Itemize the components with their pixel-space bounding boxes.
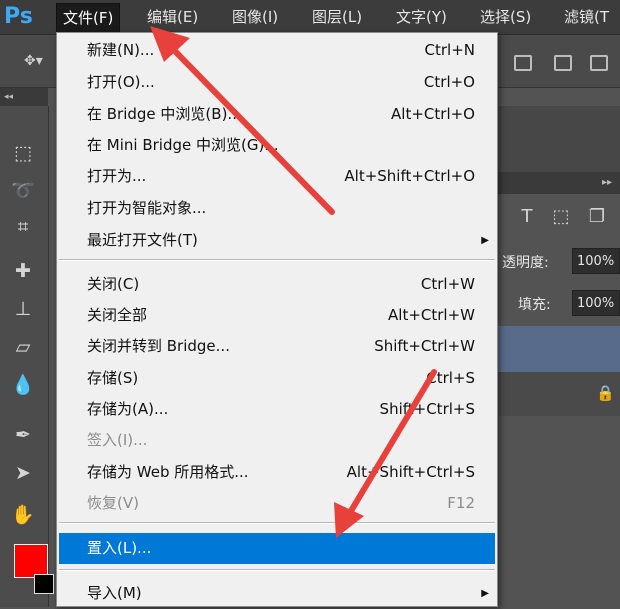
- menu-item-open-as[interactable]: 打开为... Alt+Shift+Ctrl+O: [57, 161, 497, 192]
- menu-layer[interactable]: 图层(L): [306, 3, 368, 31]
- menu-type[interactable]: 文字(Y): [390, 3, 453, 31]
- fill-row: 填充: 100%: [498, 284, 620, 324]
- hand-tool-icon[interactable]: ✋: [9, 502, 37, 528]
- menu-item-save-for-web[interactable]: 存储为 Web 所用格式... Alt+Shift+Ctrl+S: [57, 457, 497, 488]
- menu-edit[interactable]: 编辑(E): [141, 3, 204, 31]
- eraser-tool-icon[interactable]: ▱: [9, 334, 37, 360]
- align-top-icon[interactable]: [514, 55, 532, 71]
- menu-item-close[interactable]: 关闭(C) Ctrl+W: [57, 269, 497, 300]
- menu-select[interactable]: 选择(S): [474, 3, 537, 31]
- opacity-input[interactable]: 100%: [572, 248, 620, 274]
- menu-item-save[interactable]: 存储(S) Ctrl+S: [57, 363, 497, 394]
- pen-tool-icon[interactable]: ✒: [9, 422, 37, 448]
- text-layer-filter-icon[interactable]: T: [516, 206, 538, 228]
- menu-item-revert: 恢复(V) F12: [87, 494, 475, 512]
- fill-label: 填充:: [518, 297, 551, 313]
- path-select-icon[interactable]: ➤: [9, 460, 37, 486]
- menu-image[interactable]: 图像(I): [226, 3, 284, 31]
- blur-tool-icon[interactable]: 💧: [9, 372, 37, 398]
- shape-layer-filter-icon[interactable]: ⬚: [550, 206, 572, 228]
- menu-bar: Ps 文件(F) 编辑(E) 图像(I) 图层(L) 文字(Y) 选择(S) 滤…: [0, 0, 620, 35]
- menu-separator: [59, 569, 495, 571]
- opacity-row: 透明度: 100%: [498, 242, 620, 282]
- menu-item-check-in: 签入(I)...: [87, 431, 148, 449]
- align-bottom-icon[interactable]: [590, 55, 608, 71]
- menu-separator: [59, 522, 495, 524]
- background-color-swatch[interactable]: [34, 574, 54, 594]
- smart-object-filter-icon[interactable]: ❐: [586, 206, 608, 228]
- tools-panel: ⬚ ➰ ⌗ ✚ ⊥ ▱ 💧 ✒ ➤ ✋: [0, 106, 49, 607]
- opacity-label: 透明度:: [502, 255, 549, 271]
- fill-input[interactable]: 100%: [572, 290, 620, 316]
- menu-item-open[interactable]: 打开(O)... Ctrl+O: [57, 67, 497, 98]
- menu-filter[interactable]: 滤镜(T: [558, 3, 615, 31]
- menu-item-recent-files[interactable]: 最近打开文件(T) ▶: [57, 225, 497, 256]
- photoshop-logo: Ps: [4, 4, 33, 29]
- align-vcenter-icon[interactable]: [554, 55, 572, 71]
- lasso-tool-icon[interactable]: ➰: [9, 178, 37, 204]
- healing-brush-icon[interactable]: ✚: [9, 258, 37, 284]
- menu-item-import[interactable]: 导入(M) ▶: [57, 578, 497, 609]
- move-tool-icon[interactable]: ✥▾: [24, 53, 48, 71]
- menu-item-save-as[interactable]: 存储为(A)... Shift+Ctrl+S: [57, 394, 497, 425]
- menu-separator: [59, 259, 495, 261]
- menu-item-browse-bridge[interactable]: 在 Bridge 中浏览(B)... Alt+Ctrl+O: [57, 99, 497, 130]
- crop-tool-icon[interactable]: ⌗: [9, 214, 37, 240]
- menu-item-place[interactable]: 置入(L)...: [59, 533, 495, 564]
- menu-item-browse-mini-bridge[interactable]: 在 Mini Bridge 中浏览(G)...: [57, 130, 497, 161]
- stamp-tool-icon[interactable]: ⊥: [9, 296, 37, 322]
- menu-item-new[interactable]: 新建(N)... Ctrl+N: [57, 35, 497, 66]
- selected-layer-row[interactable]: [498, 326, 620, 372]
- layer-filter-icons: T ⬚ ❐: [498, 196, 620, 242]
- collapse-panel-icon[interactable]: ◂◂: [0, 88, 48, 106]
- submenu-arrow-icon: ▶: [481, 235, 489, 246]
- panel-collapse-icon[interactable]: ▸▸: [498, 172, 620, 194]
- background-layer-row[interactable]: 🔒: [498, 372, 620, 416]
- menu-file[interactable]: 文件(F): [56, 3, 121, 33]
- menu-item-close-all[interactable]: 关闭全部 Alt+Ctrl+W: [57, 300, 497, 331]
- file-menu-dropdown: 新建(N)... Ctrl+N 打开(O)... Ctrl+O 在 Bridge…: [56, 32, 498, 607]
- menu-item-close-go-bridge[interactable]: 关闭并转到 Bridge... Shift+Ctrl+W: [57, 331, 497, 362]
- upper-panel: [498, 106, 620, 172]
- marquee-tool-icon[interactable]: ⬚: [9, 140, 37, 166]
- foreground-color-swatch[interactable]: [14, 544, 48, 578]
- menu-item-open-as-smart-object[interactable]: 打开为智能对象...: [57, 193, 497, 224]
- submenu-arrow-icon: ▶: [481, 588, 489, 599]
- lock-icon: 🔒: [596, 384, 615, 402]
